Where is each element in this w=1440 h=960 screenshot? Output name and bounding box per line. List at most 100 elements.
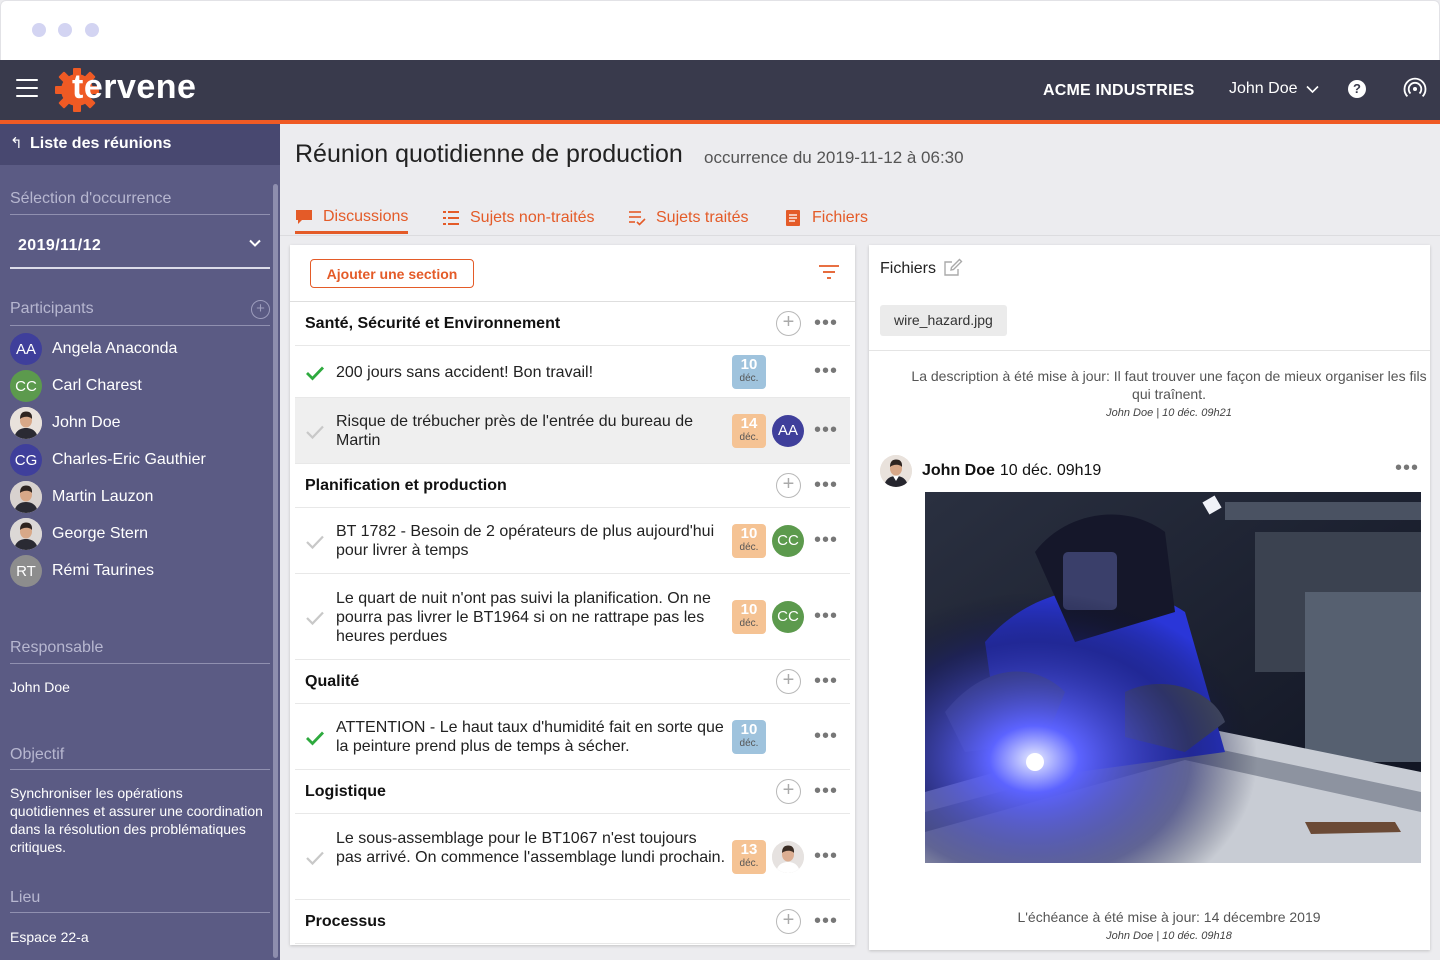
more-options-icon[interactable]: ••• — [814, 420, 838, 440]
check-icon[interactable] — [305, 850, 325, 866]
edit-icon[interactable] — [943, 257, 963, 277]
divider — [10, 663, 270, 664]
section-header: Santé, Sécurité et Environnement + ••• — [295, 302, 850, 346]
avatar: RT — [10, 555, 42, 587]
sidebar-scrollbar[interactable] — [273, 184, 278, 958]
more-options-icon[interactable]: ••• — [814, 726, 838, 746]
topic-item[interactable]: BT 1782 - Besoin de 2 opérateurs de plus… — [295, 508, 850, 574]
participant-item[interactable]: CC Carl Charest — [10, 370, 142, 402]
list-icon — [443, 211, 459, 225]
participants-title: Participants — [10, 300, 94, 317]
add-section-button[interactable]: Ajouter une section — [310, 259, 474, 288]
help-icon[interactable]: ? — [1348, 80, 1366, 98]
add-topic-icon[interactable]: + — [776, 473, 801, 498]
activity-meta: John Doe | 10 déc. 09h18 — [1106, 930, 1232, 942]
window-maximize-dot[interactable] — [85, 23, 99, 37]
due-date-badge[interactable]: 10 déc. — [732, 720, 766, 754]
objective-value: Synchroniser les opérations quotidiennes… — [10, 785, 263, 855]
assignee-avatar[interactable]: AA — [772, 415, 804, 447]
location-value: Espace 22-a — [10, 929, 89, 945]
person-photo-icon — [10, 407, 42, 439]
more-options-icon[interactable]: ••• — [814, 313, 838, 333]
more-options-icon[interactable]: ••• — [814, 530, 838, 550]
participant-name: Carl Charest — [52, 377, 142, 394]
file-chip[interactable]: wire_hazard.jpg — [880, 305, 1007, 336]
check-icon[interactable] — [305, 534, 325, 550]
due-date-badge[interactable]: 10 déc. — [732, 600, 766, 634]
check-icon[interactable] — [305, 730, 325, 746]
back-to-meetings-link[interactable]: ↰ Liste des réunions — [0, 124, 280, 165]
back-label: Liste des réunions — [30, 135, 172, 152]
tab-untreated-topics[interactable]: Sujets non-traités — [442, 202, 595, 234]
window-close-dot[interactable] — [32, 23, 46, 37]
add-participant-button[interactable]: + — [251, 300, 270, 319]
avatar: AA — [10, 333, 42, 365]
menu-icon[interactable] — [16, 79, 38, 97]
due-date-badge[interactable]: 10 déc. — [732, 524, 766, 558]
brand-logo[interactable]: tervene — [54, 65, 204, 115]
tab-bar: Discussions Sujets non-traités Sujets tr… — [280, 196, 1440, 236]
person-photo-icon — [10, 518, 42, 550]
topic-item[interactable]: 200 jours sans accident! Bon travail! 10 d… — [295, 346, 850, 398]
more-options-icon[interactable]: ••• — [814, 781, 838, 801]
activity-entry: L'échéance à été mise à jour: 14 décembr… — [909, 908, 1429, 945]
participant-item[interactable]: George Stern — [10, 518, 148, 550]
add-topic-icon[interactable]: + — [776, 669, 801, 694]
files-title: Fichiers — [880, 260, 937, 277]
post-header: John Doe 10 déc. 09h19 — [880, 455, 1101, 487]
assignee-avatar[interactable]: CC — [772, 525, 804, 557]
participant-item[interactable]: CG Charles-Eric Gauthier — [10, 444, 206, 476]
due-date-badge[interactable]: 10 déc. — [732, 355, 766, 389]
chevron-down-icon — [1305, 85, 1319, 93]
check-icon[interactable] — [305, 424, 325, 440]
due-date-badge[interactable]: 14 déc. — [732, 414, 766, 448]
more-options-icon[interactable]: ••• — [814, 846, 838, 866]
participant-name: Martin Lauzon — [52, 488, 154, 505]
user-menu[interactable]: John Doe — [1229, 80, 1319, 98]
more-options-icon[interactable]: ••• — [1395, 458, 1419, 478]
add-topic-icon[interactable]: + — [776, 311, 801, 336]
occurrence-title: Sélection d'occurrence — [10, 190, 172, 207]
assignee-avatar[interactable]: CC — [772, 601, 804, 633]
add-topic-icon[interactable]: + — [776, 779, 801, 804]
more-options-icon[interactable]: ••• — [814, 361, 838, 381]
topic-item[interactable]: Le quart de nuit n'ont pas suivi la plan… — [295, 574, 850, 660]
welding-photo-image — [925, 492, 1421, 863]
wire-hazard-photo[interactable] — [925, 492, 1421, 863]
tab-files[interactable]: Fichiers — [784, 202, 868, 234]
broadcast-icon[interactable] — [1403, 76, 1427, 100]
topic-item[interactable]: Le sous-assemblage pour le BT1067 n'est … — [295, 814, 850, 900]
due-month: déc. — [739, 618, 759, 629]
company-name[interactable]: ACME INDUSTRIES — [1043, 82, 1194, 100]
add-topic-icon[interactable]: + — [776, 909, 801, 934]
more-options-icon[interactable]: ••• — [814, 475, 838, 495]
occurrence-select[interactable]: 2019/11/12 — [10, 224, 270, 269]
window-minimize-dot[interactable] — [58, 23, 72, 37]
participant-item[interactable]: John Doe — [10, 407, 121, 439]
more-options-icon[interactable]: ••• — [814, 911, 838, 931]
location-title: Lieu — [10, 889, 41, 906]
due-day: 10 — [740, 721, 758, 738]
check-icon[interactable] — [305, 365, 325, 381]
tab-discussions[interactable]: Discussions — [295, 202, 409, 234]
check-icon[interactable] — [305, 610, 325, 626]
topic-text: Risque de trébucher près de l'entrée du … — [336, 413, 694, 449]
page-subtitle: occurrence du 2019-11-12 à 06:30 — [704, 148, 964, 167]
participant-item[interactable]: AA Angela Anaconda — [10, 333, 177, 365]
participant-item[interactable]: Martin Lauzon — [10, 481, 153, 513]
due-date-badge[interactable]: 13 déc. — [732, 840, 766, 874]
more-options-icon[interactable]: ••• — [814, 671, 838, 691]
due-day: 10 — [740, 356, 758, 373]
participant-item[interactable]: RT Rémi Taurines — [10, 555, 154, 587]
section-header: Planification et production + ••• — [295, 464, 850, 508]
tab-label: Sujets non-traités — [470, 209, 595, 226]
person-photo-icon — [10, 481, 42, 513]
topic-item[interactable]: ATTENTION - Le haut taux d'humidité fait… — [295, 704, 850, 770]
more-options-icon[interactable]: ••• — [814, 606, 838, 626]
assignee-avatar[interactable] — [772, 841, 804, 873]
tab-treated-topics[interactable]: Sujets traités — [628, 202, 748, 234]
tab-label: Discussions — [323, 207, 409, 225]
topic-item[interactable]: Risque de trébucher près de l'entrée du … — [295, 398, 850, 464]
filter-icon[interactable] — [818, 263, 840, 281]
participant-name: Rémi Taurines — [52, 562, 154, 579]
